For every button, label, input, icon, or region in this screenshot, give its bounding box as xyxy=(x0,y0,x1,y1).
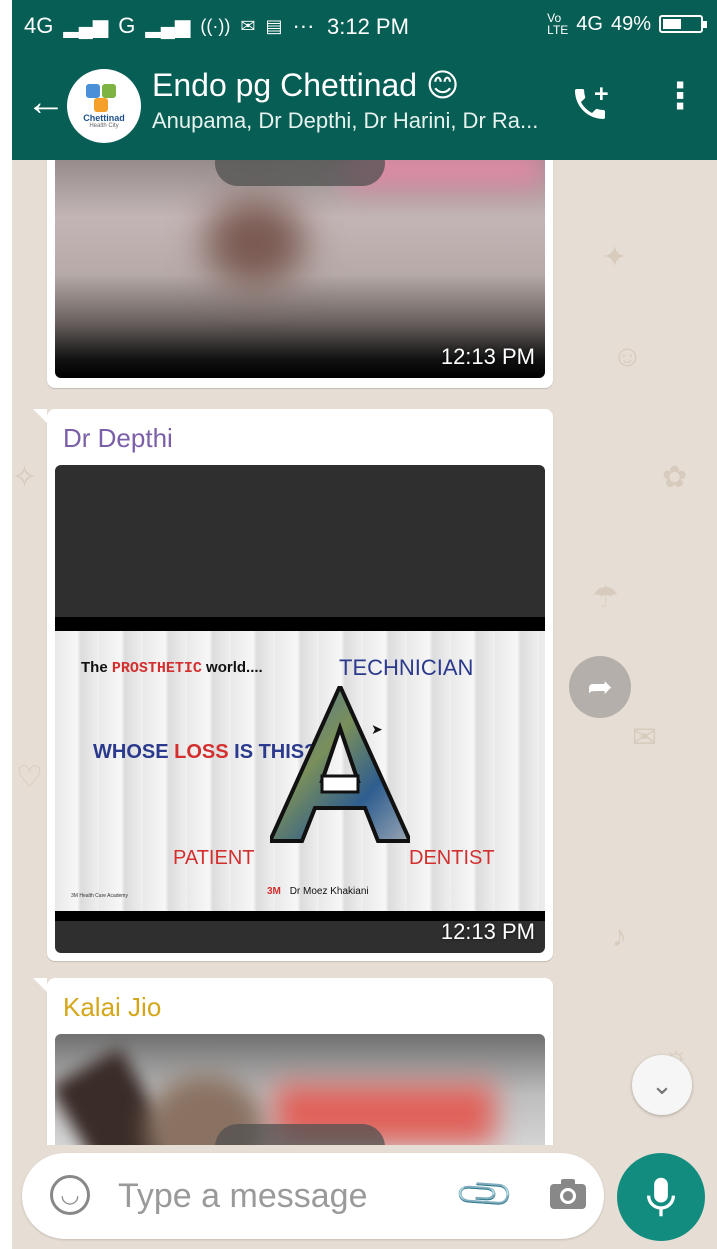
avatar-subtext: Health City xyxy=(89,122,119,129)
message-time: 12:13 PM xyxy=(440,344,535,369)
slide-question-b: LOSS xyxy=(174,741,229,763)
group-title: Endo pg Chettinad 😊 xyxy=(152,67,460,103)
wallpaper-doodle: ✦ xyxy=(602,241,628,274)
chat-header: ← Chettinad Health City Endo pg Chettina… xyxy=(12,52,717,160)
more-notifications-icon: ··· xyxy=(292,13,315,38)
wallpaper-doodle: ✧ xyxy=(12,461,38,494)
scroll-to-bottom-button[interactable]: ⌄ xyxy=(632,1055,692,1115)
slide-technician: TECHNICIAN xyxy=(339,655,474,680)
signal-icon-2: ▂▄▆ xyxy=(145,15,191,38)
forward-icon[interactable]: ➦ xyxy=(569,656,631,718)
wallpaper-doodle: ☺ xyxy=(612,340,643,373)
slide-line1-b: PROSTHETIC xyxy=(111,660,202,677)
more-options-icon[interactable]: ⋮ xyxy=(662,78,698,114)
slide-line1-a: The xyxy=(81,659,108,676)
microphone-button[interactable] xyxy=(617,1153,705,1241)
wallpaper-doodle: ✿ xyxy=(662,461,688,494)
message-input-bar[interactable]: ◡ Type a message 📎 xyxy=(22,1153,604,1239)
status-bar: 4G ▂▄▆ G ▂▄▆ ((·)) ✉ ▤ ··· 3:12 PM Vo LTE… xyxy=(12,0,717,52)
message-bubble[interactable]: Dr Depthi The PROSTHETIC world.... TECHN… xyxy=(33,409,553,961)
battery-icon xyxy=(659,15,707,33)
group-members: Anupama, Dr Depthi, Dr Harini, Dr Ra... xyxy=(152,108,539,133)
wallpaper-doodle: ♪ xyxy=(612,920,627,953)
add-call-icon[interactable] xyxy=(570,84,610,133)
message-icon: ✉ xyxy=(240,15,256,36)
logo-icon xyxy=(86,83,122,114)
sender-name: Dr Depthi xyxy=(63,423,173,453)
chat-area[interactable]: ✦ ☺ ✿ ☂ ✉ ♪ ☼ ✧ ♡ 12:13 PM Dr Depthi The… xyxy=(12,160,717,1145)
battery-percent: 49% xyxy=(610,12,651,35)
emoji-icon[interactable]: ◡ xyxy=(50,1175,90,1215)
double-chevron-down-icon: ⌄ xyxy=(651,1069,673,1100)
slide-brand: 3M xyxy=(267,886,281,897)
wallpaper-doodle: ☂ xyxy=(592,581,619,614)
hotspot-icon: ((·)) xyxy=(200,15,231,36)
slide-patient: PATIENT xyxy=(173,847,255,869)
slide-image: The PROSTHETIC world.... TECHNICIAN WHOS… xyxy=(55,631,545,911)
microphone-icon xyxy=(646,1177,676,1217)
cursor-icon: ➤ xyxy=(371,721,383,737)
wallpaper-doodle: ♡ xyxy=(16,761,43,794)
signal-icon: ▂▄▆ xyxy=(63,15,109,38)
image-attachment[interactable]: The PROSTHETIC world.... TECHNICIAN WHOS… xyxy=(55,465,545,953)
image-attachment[interactable] xyxy=(55,1034,545,1145)
back-arrow-icon[interactable]: ← xyxy=(26,82,66,122)
network-label-2: G xyxy=(118,13,136,38)
slide-dentist: DENTIST xyxy=(409,847,495,869)
group-avatar[interactable]: Chettinad Health City xyxy=(67,69,141,143)
globe-letter-a-graphic xyxy=(270,686,410,843)
clock: 3:12 PM xyxy=(327,14,409,39)
slide-line1-c: world.... xyxy=(206,659,263,676)
sender-name: Kalai Jio xyxy=(63,992,162,1022)
slide-author: Dr Moez Khakiani xyxy=(289,886,369,897)
app-frame: 4G ▂▄▆ G ▂▄▆ ((·)) ✉ ▤ ··· 3:12 PM Vo LTE… xyxy=(12,0,717,1249)
slide-footer-left: 3M Health Care Academy xyxy=(71,893,128,899)
avatar-text: Chettinad xyxy=(83,112,125,123)
volte-icon: Vo LTE xyxy=(547,11,569,37)
image-attachment[interactable]: 12:13 PM xyxy=(55,160,545,378)
slide-question-a: WHOSE xyxy=(93,741,169,763)
message-bubble[interactable]: 12:13 PM xyxy=(47,160,553,388)
storage-icon: ▤ xyxy=(265,15,283,36)
attach-icon[interactable]: 📎 xyxy=(453,1163,518,1228)
camera-icon[interactable] xyxy=(548,1177,588,1211)
wallpaper-doodle: ✉ xyxy=(632,721,658,754)
network-label-right: 4G xyxy=(576,12,603,35)
message-time: 12:13 PM xyxy=(440,919,535,944)
network-label: 4G xyxy=(24,13,54,38)
title-block[interactable]: Endo pg Chettinad 😊 Anupama, Dr Depthi, … xyxy=(152,66,538,134)
message-input[interactable]: Type a message xyxy=(118,1177,367,1216)
message-bubble[interactable]: Kalai Jio xyxy=(33,978,553,1145)
